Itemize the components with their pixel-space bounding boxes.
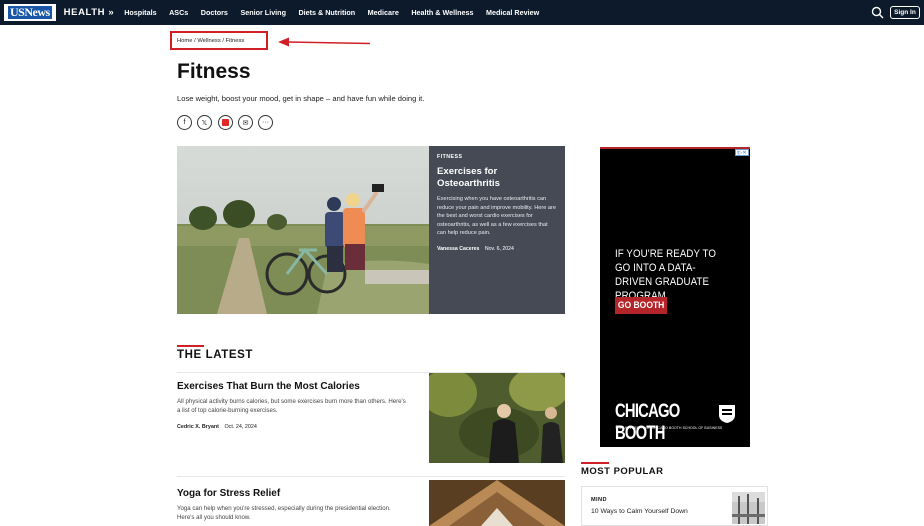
feature-title[interactable]: Exercises for Osteoarthritis	[437, 166, 557, 190]
email-icon[interactable]: ✉	[238, 115, 253, 130]
annotation-arrow	[278, 37, 371, 47]
most-popular-tag[interactable]: MIND	[591, 497, 607, 503]
most-popular-accent-bar	[581, 462, 609, 464]
article-byline: Cedric X. Bryant Oct. 24, 2024	[177, 424, 257, 430]
breadcrumb-wellness[interactable]: Wellness	[197, 38, 220, 44]
nav-item-doctors[interactable]: Doctors	[201, 8, 228, 17]
feature-tag[interactable]: FITNESS	[437, 154, 557, 160]
sign-in-button[interactable]: Sign In	[890, 6, 920, 19]
article-description: Yoga can help when you're stressed, espe…	[177, 505, 391, 521]
divider	[177, 476, 565, 477]
nav-item-medicare[interactable]: Medicare	[368, 8, 399, 17]
feature-byline: Vanessa Caceres Nov. 6, 2024	[437, 246, 557, 252]
most-popular-thumbnail[interactable]	[732, 492, 765, 524]
nav-item-hospitals[interactable]: Hospitals	[124, 8, 156, 17]
breadcrumb-fitness[interactable]: Fitness	[226, 38, 245, 44]
breadcrumb: Home / Wellness / Fitness	[170, 31, 268, 50]
breadcrumb-home[interactable]: Home	[177, 38, 192, 44]
usnews-logo[interactable]: USNews	[4, 4, 56, 21]
ad-choices-icon[interactable]: i▷✕	[735, 149, 749, 156]
nav-items: Hospitals ASCs Doctors Senior Living Die…	[124, 8, 551, 17]
feature-date: Nov. 6, 2024	[484, 245, 514, 252]
section-health-menu[interactable]: HEALTH »	[64, 7, 115, 18]
article-date: Oct. 24, 2024	[224, 424, 257, 430]
article-title[interactable]: Yoga for Stress Relief	[177, 488, 280, 499]
more-icon[interactable]: ···	[258, 115, 273, 130]
facebook-icon[interactable]: f	[177, 115, 192, 130]
article-title[interactable]: Exercises That Burn the Most Calories	[177, 381, 360, 392]
nav-item-medical-review[interactable]: Medical Review	[486, 8, 539, 17]
feature-author[interactable]: Vanessa Caceres	[437, 246, 479, 252]
page-title: Fitness	[177, 60, 251, 83]
nav-item-diets-nutrition[interactable]: Diets & Nutrition	[298, 8, 355, 17]
top-nav: USNews HEALTH » Hospitals ASCs Doctors S…	[0, 0, 924, 25]
most-popular-item[interactable]: 10 Ways to Calm Yourself Down	[591, 508, 688, 515]
page-subtitle: Lose weight, boost your mood, get in sha…	[177, 94, 425, 103]
nav-item-ascs[interactable]: ASCs	[169, 8, 188, 17]
feature-description: Exercising when you have osteoarthritis …	[437, 196, 556, 236]
ad-brand: CHICAGO BOOTH	[615, 401, 680, 444]
nav-item-senior-living[interactable]: Senior Living	[240, 8, 286, 17]
most-popular-card[interactable]: MIND 10 Ways to Calm Yourself Down	[581, 486, 768, 526]
nav-item-health-wellness[interactable]: Health & Wellness	[411, 8, 473, 17]
ad-brand-subtitle: THE UNIVERSITY OF CHICAGO BOOTH SCHOOL O…	[615, 426, 723, 430]
flipboard-icon[interactable]	[218, 115, 233, 130]
feature-image[interactable]	[177, 146, 429, 314]
ad-headline: IF YOU'RE READY TO GO INTO A DATA-DRIVEN…	[615, 248, 717, 302]
advertisement[interactable]: i▷✕ IF YOU'RE READY TO GO INTO A DATA-DR…	[600, 147, 750, 447]
search-icon[interactable]	[871, 6, 884, 19]
article-author[interactable]: Cedric X. Bryant	[177, 424, 219, 430]
x-icon[interactable]: 𝕏	[197, 115, 212, 130]
article-image[interactable]	[429, 373, 565, 463]
shield-icon	[719, 405, 735, 423]
latest-accent-bar	[177, 345, 204, 347]
ad-cta-button[interactable]: GO BOOTH	[615, 297, 668, 314]
latest-heading: THE LATEST	[177, 349, 254, 361]
feature-card[interactable]: FITNESS Exercises for Osteoarthritis Exe…	[429, 146, 565, 314]
article-description: All physical activity burns calories, bu…	[177, 398, 406, 414]
most-popular-heading: MOST POPULAR	[581, 466, 664, 477]
article-image[interactable]	[429, 480, 565, 526]
